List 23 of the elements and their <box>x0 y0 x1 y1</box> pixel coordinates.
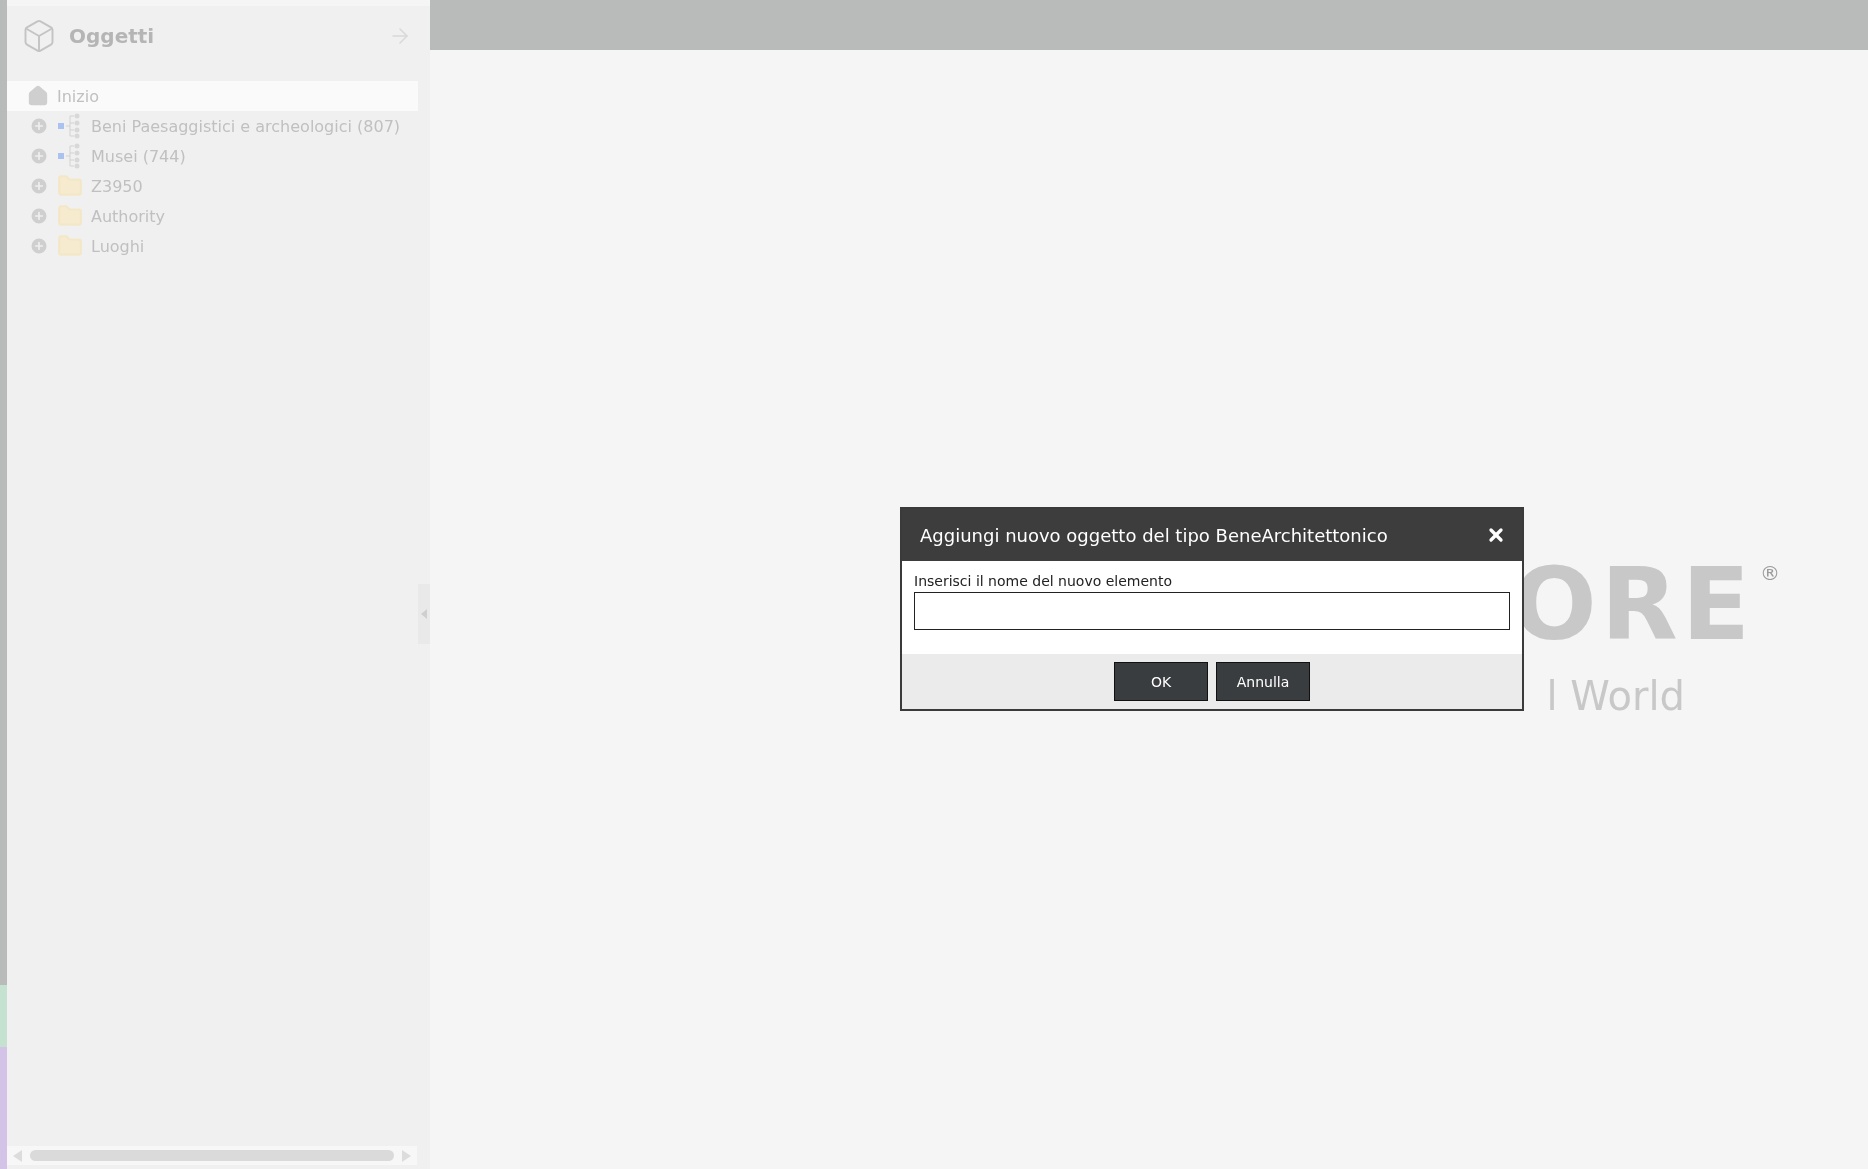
expand-icon[interactable] <box>29 146 49 166</box>
horizontal-scrollbar[interactable] <box>7 1146 417 1165</box>
folder-icon <box>57 203 83 229</box>
home-icon <box>27 85 49 107</box>
dialog-title: Aggiungi nuovo oggetto del tipo BeneArchitettonico <box>920 524 1388 546</box>
registered-mark: ® <box>1760 561 1780 585</box>
expand-icon[interactable] <box>29 116 49 136</box>
cancel-button[interactable]: Annulla <box>1216 662 1310 701</box>
sidebar-title: Oggetti <box>69 24 156 48</box>
expand-icon[interactable] <box>29 206 49 226</box>
scroll-left-icon[interactable] <box>13 1149 22 1162</box>
expand-icon[interactable] <box>29 236 49 256</box>
ok-button[interactable]: OK <box>1114 662 1208 701</box>
scroll-right-icon[interactable] <box>402 1149 411 1162</box>
tree-item[interactable]: Inizio <box>7 81 418 111</box>
close-button[interactable] <box>1486 525 1506 545</box>
folder-icon <box>57 233 83 259</box>
collapse-handle[interactable] <box>418 584 430 644</box>
expand-icon[interactable] <box>29 176 49 196</box>
folder-icon <box>57 173 83 199</box>
name-input-field[interactable] <box>914 592 1510 630</box>
scrollbar-thumb[interactable] <box>30 1150 394 1161</box>
field-label: Inserisci il nome del nuovo elemento <box>914 573 1173 589</box>
